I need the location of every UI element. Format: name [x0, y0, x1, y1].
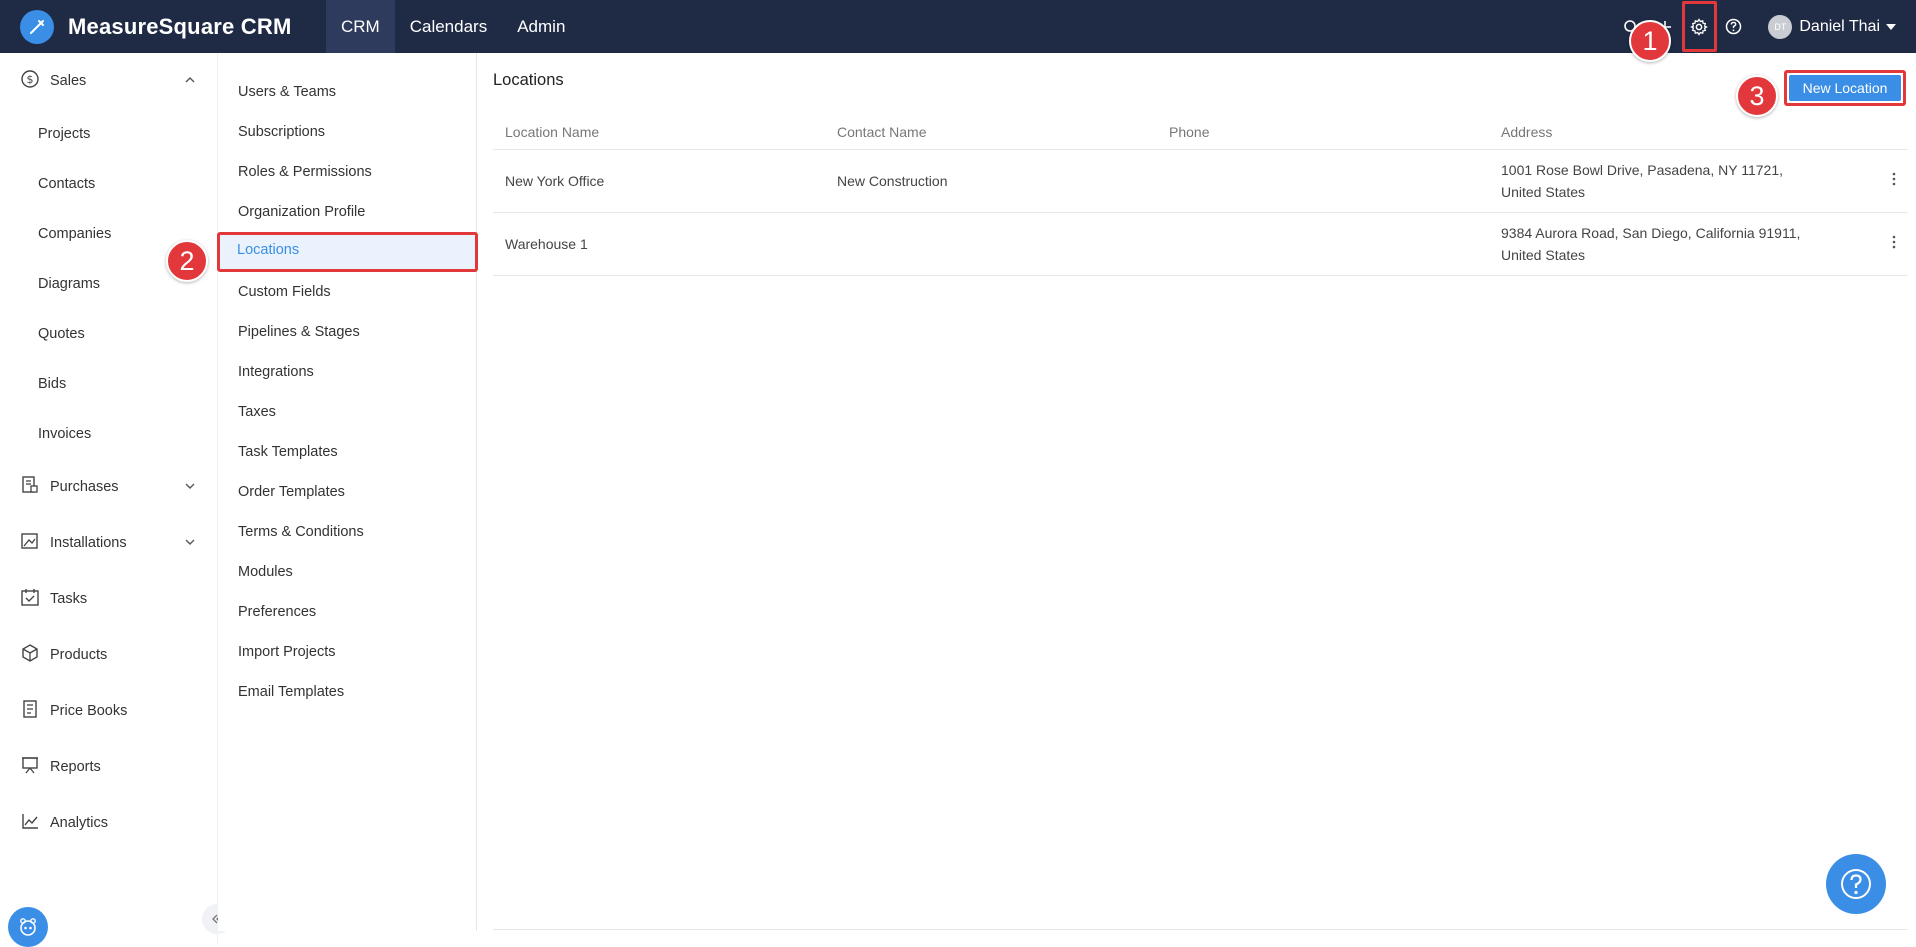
sidebar-section-label: Sales	[50, 73, 87, 89]
contact-name-cell	[825, 212, 1157, 276]
line-chart-icon	[20, 811, 40, 836]
settings-item-order-templates[interactable]: Order Templates	[218, 474, 477, 510]
sidebar-section-label: Price Books	[50, 703, 128, 719]
sidebar-item-contacts[interactable]: Contacts	[38, 169, 95, 199]
column-header-location-name[interactable]: Location Name	[493, 116, 825, 150]
phone-cell	[1157, 212, 1489, 276]
sidebar-item-bids[interactable]: Bids	[38, 369, 66, 399]
brand-name: MeasureSquare CRM	[68, 13, 292, 39]
nav-crm[interactable]: CRM	[326, 0, 395, 53]
chevron-down-icon	[184, 535, 196, 553]
sidebar-section-purchases[interactable]: Purchases	[0, 465, 218, 509]
gear-highlight-box	[1682, 1, 1717, 52]
sidebar-item-companies[interactable]: Companies	[38, 219, 111, 249]
sidebar-section-label: Tasks	[50, 591, 88, 607]
settings-item-users-teams[interactable]: Users & Teams	[218, 74, 477, 110]
nav-admin[interactable]: Admin	[502, 0, 580, 53]
sidebar-section-label: Installations	[50, 535, 127, 551]
column-header-address[interactable]: Address	[1489, 116, 1868, 150]
installation-icon	[20, 531, 40, 556]
address-cell: 1001 Rose Bowl Drive, Pasadena, NY 11721…	[1489, 149, 1868, 213]
settings-item-import-projects[interactable]: Import Projects	[218, 634, 477, 670]
user-name: Daniel Thai	[1799, 17, 1880, 35]
brand[interactable]: MeasureSquare CRM	[20, 9, 326, 44]
calendar-check-icon	[20, 587, 40, 612]
help-circle-icon[interactable]	[1716, 0, 1750, 53]
settings-item-modules[interactable]: Modules	[218, 554, 477, 590]
settings-item-task-templates[interactable]: Task Templates	[218, 434, 477, 470]
address-line1: 1001 Rose Bowl Drive, Pasadena, NY 11721…	[1501, 161, 1783, 178]
contact-name-cell: New Construction	[825, 149, 1157, 213]
kebab-menu-icon[interactable]	[1868, 212, 1908, 276]
column-header-contact-name[interactable]: Contact Name	[825, 116, 1157, 150]
sidebar-section-reports[interactable]: Reports	[0, 745, 218, 789]
callout-1: 1	[1629, 20, 1671, 62]
chevron-up-icon	[184, 73, 196, 91]
help-fab-button[interactable]	[1826, 854, 1886, 914]
svg-text:$: $	[27, 73, 34, 86]
sidebar-section-price-books[interactable]: Price Books	[0, 689, 218, 733]
sidebar-item-projects[interactable]: Projects	[38, 119, 90, 149]
purchase-doc-icon	[20, 475, 40, 500]
page-title: Locations	[493, 71, 564, 89]
table-row[interactable]: New York Office New Construction 1001 Ro…	[493, 149, 1908, 213]
settings-item-pipelines-stages[interactable]: Pipelines & Stages	[218, 314, 477, 350]
book-icon	[20, 699, 40, 724]
settings-item-organization-profile[interactable]: Organization Profile	[218, 194, 477, 230]
address-line1: 9384 Aurora Road, San Diego, California …	[1501, 224, 1801, 241]
presentation-icon	[20, 755, 40, 780]
callout-3: 3	[1736, 75, 1778, 117]
settings-item-terms-conditions[interactable]: Terms & Conditions	[218, 514, 477, 550]
box-icon	[20, 643, 40, 668]
assistant-bot-button[interactable]	[8, 907, 48, 947]
nav-calendars[interactable]: Calendars	[395, 0, 503, 53]
location-name-cell[interactable]: New York Office	[493, 149, 825, 213]
settings-item-roles-permissions[interactable]: Roles & Permissions	[218, 154, 477, 190]
caret-down-icon	[1886, 23, 1896, 30]
sidebar-item-invoices[interactable]: Invoices	[38, 419, 91, 449]
sidebar-section-tasks[interactable]: Tasks	[0, 577, 218, 621]
user-menu[interactable]: DT Daniel Thai	[1768, 14, 1896, 39]
address-line2: United States	[1501, 183, 1586, 200]
address-cell: 9384 Aurora Road, San Diego, California …	[1489, 212, 1868, 276]
sidebar-section-sales[interactable]: $ Sales	[0, 59, 218, 103]
callout-2: 2	[166, 240, 208, 282]
sidebar-item-diagrams[interactable]: Diagrams	[38, 269, 100, 299]
kebab-menu-icon[interactable]	[1868, 149, 1908, 213]
top-nav: CRM Calendars Admin	[326, 0, 580, 53]
settings-item-locations[interactable]: Locations	[217, 232, 478, 272]
sidebar-section-label: Reports	[50, 759, 101, 775]
brand-logo-icon	[20, 9, 54, 44]
new-location-highlight: New Location	[1784, 70, 1906, 106]
sidebar-section-label: Products	[50, 647, 108, 663]
table-row[interactable]: Warehouse 1 9384 Aurora Road, San Diego,…	[493, 212, 1908, 276]
content-bottom-divider	[493, 929, 1908, 930]
address-line2: United States	[1501, 246, 1586, 263]
chevron-down-icon	[184, 479, 196, 497]
settings-menu: Users & Teams Subscriptions Roles & Perm…	[217, 53, 478, 931]
settings-item-subscriptions[interactable]: Subscriptions	[218, 114, 477, 150]
new-location-button[interactable]: New Location	[1789, 75, 1901, 101]
column-header-actions	[1868, 116, 1908, 150]
dollar-circle-icon: $	[20, 69, 40, 94]
main-content: Locations New Location Location Name Con…	[478, 53, 1916, 944]
settings-item-custom-fields[interactable]: Custom Fields	[218, 274, 477, 310]
settings-item-taxes[interactable]: Taxes	[218, 394, 477, 430]
location-name-cell[interactable]: Warehouse 1	[493, 212, 825, 276]
locations-table: Location Name Contact Name Phone Address…	[493, 116, 1908, 276]
sidebar-item-quotes[interactable]: Quotes	[38, 319, 85, 349]
phone-cell	[1157, 149, 1489, 213]
sidebar-section-label: Analytics	[50, 815, 109, 831]
avatar: DT	[1768, 14, 1793, 39]
settings-item-email-templates[interactable]: Email Templates	[218, 674, 477, 710]
sidebar-section-products[interactable]: Products	[0, 633, 218, 677]
settings-item-integrations[interactable]: Integrations	[218, 354, 477, 390]
table-header-row: Location Name Contact Name Phone Address	[493, 116, 1908, 150]
sidebar-section-installations[interactable]: Installations	[0, 521, 218, 565]
sidebar-section-label: Purchases	[50, 479, 119, 495]
settings-item-preferences[interactable]: Preferences	[218, 594, 477, 630]
main-sidebar: $ Sales Projects Contacts Companies Diag…	[0, 53, 218, 947]
sidebar-section-analytics[interactable]: Analytics	[0, 801, 218, 845]
column-header-phone[interactable]: Phone	[1157, 116, 1489, 150]
